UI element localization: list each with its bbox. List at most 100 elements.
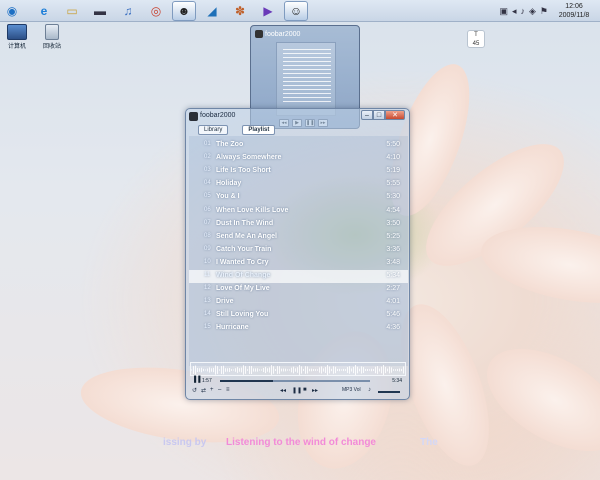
recycle-bin-icon xyxy=(45,24,59,40)
track-duration: 5:50 xyxy=(386,141,400,148)
track-duration: 5:46 xyxy=(386,311,400,319)
track-duration: 5:30 xyxy=(386,193,400,201)
chrome-icon[interactable]: ◎ xyxy=(144,1,168,21)
stop-button[interactable]: ■ xyxy=(303,387,307,393)
remove-icon[interactable]: – xyxy=(218,387,221,393)
close-button[interactable]: ✕ xyxy=(385,110,405,120)
track-title: Drive xyxy=(216,298,234,306)
maximize-button[interactable]: □ xyxy=(373,110,385,120)
desktop-icon-computer[interactable]: 计算机 xyxy=(3,24,31,50)
track-title: Love Of My Live xyxy=(216,285,270,293)
playlist-row[interactable]: 08 Send Me An Angel 5:25 xyxy=(189,231,408,244)
ie-icon[interactable]: e xyxy=(32,1,56,21)
tab-playlist[interactable]: Playlist xyxy=(242,125,276,135)
playlist-row[interactable]: 07 Dust In The Wind 3:50 xyxy=(189,218,408,231)
shuffle-icon[interactable]: ⇄ xyxy=(201,387,206,394)
shield-icon[interactable]: ◈ xyxy=(529,6,536,17)
thumbnail-preview-image xyxy=(276,42,336,116)
track-title: Hurricane xyxy=(216,324,249,332)
playlist-row[interactable]: 06 When Love Kills Love 4:54 xyxy=(189,205,408,218)
track-duration: 3:50 xyxy=(386,219,400,227)
track-title: Dust In The Wind xyxy=(216,219,274,227)
track-title: Life Is Too Short xyxy=(216,167,271,175)
volume-icon[interactable]: ♪ xyxy=(521,6,526,16)
playlist-row[interactable]: 12 Love Of My Live 2:27 xyxy=(189,283,408,296)
track-duration: 4:01 xyxy=(386,298,400,306)
clock-time: 12:06 xyxy=(565,3,583,10)
desktop-icon-label: 回收站 xyxy=(42,44,61,50)
track-title: Send Me An Angel xyxy=(216,232,277,240)
qq-icon[interactable]: ☻ xyxy=(172,0,196,21)
playlist-row[interactable]: 03 Life Is Too Short 5:19 xyxy=(189,165,408,178)
explorer-icon[interactable]: ▭ xyxy=(60,1,84,21)
seek-bar-fill xyxy=(220,380,273,382)
spectrum-visualizer xyxy=(190,362,406,376)
previous-button[interactable]: ◂◂ xyxy=(280,387,286,394)
track-number: 12 xyxy=(204,285,211,292)
clock[interactable]: 12:06 2009/11/8 xyxy=(552,2,596,20)
add-icon[interactable]: + xyxy=(210,387,214,393)
repeat-icon[interactable]: ↺ xyxy=(192,387,197,394)
flag-icon[interactable]: ⚑ xyxy=(540,6,548,17)
track-title: When Love Kills Love xyxy=(216,206,289,214)
next-button[interactable]: ▸▸ xyxy=(312,387,318,394)
playlist-row[interactable]: 01 The Zoo 5:50 xyxy=(189,139,408,152)
desktop-icon-label: 计算机 xyxy=(7,44,26,50)
playlist-row[interactable]: 02 Always Somewhere 4:10 xyxy=(189,152,408,165)
list-icon[interactable]: ≡ xyxy=(226,387,230,393)
track-duration: 4:54 xyxy=(386,206,400,214)
track-title: Catch Your Train xyxy=(216,245,272,253)
track-duration: 5:25 xyxy=(386,232,400,240)
itunes-icon[interactable]: ♫ xyxy=(116,1,140,21)
system-tray: ▣ ◂ ♪ ◈ ⚑ 12:06 2009/11/8 xyxy=(499,0,600,22)
playlist-row[interactable]: 11 Wind Of Change 5:34 xyxy=(189,270,408,283)
track-title: I Wanted To Cry xyxy=(216,258,269,266)
desktop-gadget[interactable]: T 45 xyxy=(467,30,485,48)
playlist-row[interactable]: 09 Catch Your Train 3:36 xyxy=(189,244,408,257)
network-icon[interactable]: ▣ xyxy=(499,6,508,17)
track-duration: 5:55 xyxy=(386,180,400,188)
status-text: MP3 Vol xyxy=(342,387,361,393)
track-title: Holiday xyxy=(216,180,242,188)
desktop-icon-recycle-bin[interactable]: 回收站 xyxy=(38,24,66,50)
playlist-row[interactable]: 15 Hurricane 4:36 xyxy=(189,322,408,335)
volume-icon: ♪ xyxy=(368,387,371,393)
console-icon[interactable]: ▬ xyxy=(88,1,112,21)
playlist-row[interactable]: 05 You & I 5:30 xyxy=(189,191,408,204)
pause-button[interactable]: ❚❚ xyxy=(292,387,302,394)
track-number: 02 xyxy=(204,154,211,161)
app-icon[interactable]: ◢ xyxy=(200,1,224,21)
track-number: 08 xyxy=(204,232,211,239)
track-number: 06 xyxy=(204,206,211,213)
track-number: 11 xyxy=(204,272,211,278)
start-orb-icon[interactable]: ◉ xyxy=(2,1,22,21)
computer-icon xyxy=(7,24,27,40)
track-title: Always Somewhere xyxy=(216,154,282,162)
arrow-icon[interactable]: ◂ xyxy=(512,6,517,17)
track-number: 10 xyxy=(204,258,211,265)
volume-slider[interactable] xyxy=(378,391,400,393)
lyrics-current: Listening to the wind of change xyxy=(226,437,376,448)
tool-icon[interactable]: ✽ xyxy=(228,1,252,21)
foobar-icon[interactable]: ☺ xyxy=(284,0,308,21)
track-number: 09 xyxy=(204,245,211,252)
wallpaper-petal xyxy=(470,327,600,473)
tab-library[interactable]: Library xyxy=(198,125,229,135)
track-duration: 4:10 xyxy=(386,154,400,162)
track-number: 03 xyxy=(204,167,211,174)
window-titlebar[interactable]: foobar2000 – □ ✕ xyxy=(186,109,409,125)
playlist-row[interactable]: 14 Still Loving You 5:46 xyxy=(189,309,408,322)
playlist-row[interactable]: 04 Holiday 5:55 xyxy=(189,178,408,191)
seek-area: ▐▐ 1:57 5:34 xyxy=(192,377,404,385)
playlist-row[interactable]: 13 Drive 4:01 xyxy=(189,296,408,309)
total-time: 5:34 xyxy=(392,378,402,384)
clock-date: 2009/11/8 xyxy=(558,12,590,19)
track-number: 01 xyxy=(204,141,211,147)
foobar-icon xyxy=(255,30,263,38)
play-state-icon: ▐▐ xyxy=(192,377,201,383)
seek-bar[interactable] xyxy=(220,380,370,382)
track-title: Wind Of Change xyxy=(216,272,271,279)
minimize-button[interactable]: – xyxy=(361,110,373,120)
playlist-row[interactable]: 10 I Wanted To Cry 3:48 xyxy=(189,257,408,270)
media-icon[interactable]: ▶ xyxy=(256,1,280,21)
